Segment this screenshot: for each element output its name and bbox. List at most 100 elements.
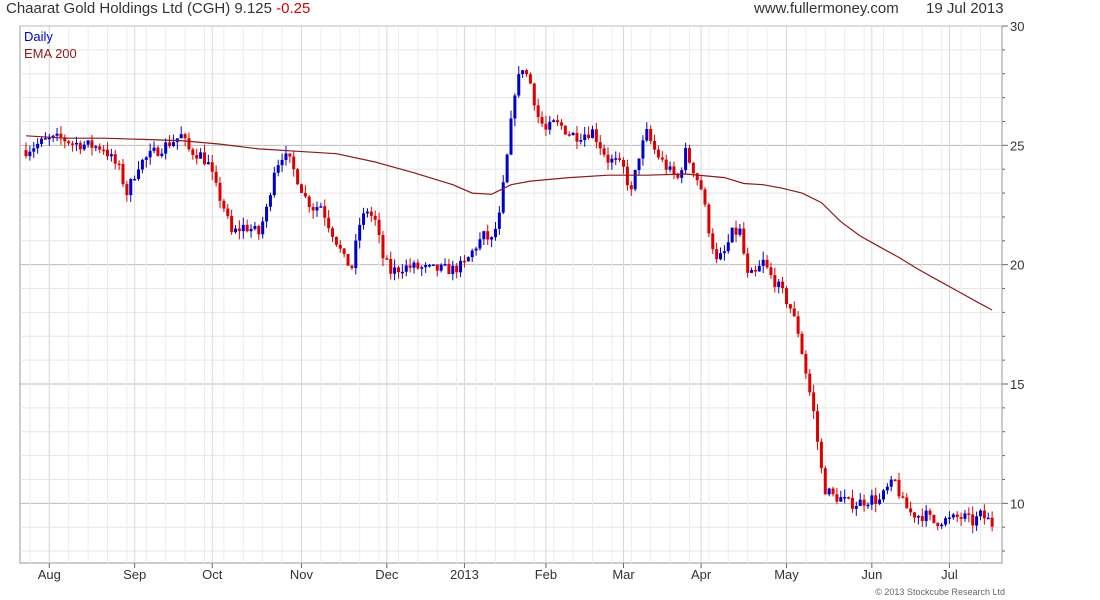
- price-bar: [393, 267, 397, 274]
- price-bar: [649, 129, 653, 142]
- price-bar: [443, 264, 447, 266]
- price-bar: [672, 166, 676, 174]
- price-bar: [645, 129, 649, 141]
- price-bar: [664, 159, 668, 170]
- price-bar: [641, 140, 645, 159]
- price-bar: [699, 180, 703, 190]
- price-bar: [726, 242, 730, 252]
- price-bar: [583, 134, 587, 141]
- x-tick-label: Mar: [612, 567, 635, 582]
- price-bar: [722, 251, 726, 254]
- price-bar: [109, 154, 113, 157]
- price-bar: [765, 259, 769, 268]
- price-bar: [808, 373, 812, 393]
- price-bar: [307, 196, 311, 207]
- price-bar: [536, 105, 540, 118]
- price-bar: [299, 184, 303, 193]
- price-bar: [261, 221, 265, 235]
- price-bar: [959, 517, 963, 519]
- price-bar: [556, 120, 560, 123]
- price-bar: [501, 182, 505, 213]
- price-bar: [362, 213, 366, 225]
- price-bar: [587, 134, 591, 139]
- price-bar: [858, 499, 862, 507]
- price-bar: [746, 253, 750, 273]
- price-bar: [230, 215, 234, 233]
- price-bar: [315, 207, 319, 211]
- price-bar: [474, 248, 478, 251]
- x-axis: Aug Sep Oct Nov Dec 2013 Feb Mar Apr May Jun Jul: [38, 563, 958, 582]
- price-bar: [82, 144, 86, 150]
- price-bar: [629, 185, 633, 190]
- price-bar: [412, 262, 416, 268]
- price-bar: [544, 123, 548, 130]
- price-bar: [102, 149, 106, 152]
- y-tick-label: 15: [1010, 377, 1024, 392]
- price-bar: [358, 224, 362, 241]
- price-bar: [944, 518, 948, 525]
- price-bar: [36, 143, 40, 149]
- price-bar: [187, 138, 191, 150]
- price-bar: [916, 516, 920, 518]
- price-bar: [982, 510, 986, 519]
- y-tick-label: 10: [1010, 496, 1024, 511]
- price-bar: [703, 189, 707, 205]
- price-bar: [319, 206, 323, 208]
- price-bar: [920, 516, 924, 521]
- price-bar: [625, 166, 629, 186]
- price-bar: [719, 253, 723, 260]
- x-tick-label: Aug: [38, 567, 61, 582]
- price-bar: [404, 265, 408, 272]
- y-axis: 10 15 20 25 30: [1002, 19, 1024, 552]
- price-bar: [265, 206, 269, 222]
- price-bar: [125, 184, 129, 196]
- price-bar: [416, 262, 420, 269]
- price-bar: [105, 149, 109, 157]
- price-bar: [947, 517, 951, 519]
- price-bar: [117, 163, 121, 166]
- price-bar: [885, 486, 889, 491]
- price-bar: [455, 265, 459, 273]
- price-bar: [835, 494, 839, 502]
- price-bar: [428, 264, 432, 267]
- price-bar: [563, 125, 567, 135]
- price-bar: [594, 129, 598, 143]
- price-bar: [327, 217, 331, 229]
- price-bar: [288, 153, 292, 157]
- price-bar: [827, 488, 831, 495]
- price-bar: [955, 514, 959, 518]
- price-bar: [152, 147, 156, 151]
- price-bar: [28, 151, 32, 157]
- price-bar: [171, 142, 175, 147]
- price-bar: [571, 132, 575, 136]
- price-bar: [684, 148, 688, 171]
- price-bar: [86, 140, 90, 145]
- price-bar: [878, 499, 882, 504]
- y-tick-label: 25: [1010, 138, 1024, 153]
- price-bar: [140, 159, 144, 170]
- price-bar: [439, 264, 443, 271]
- price-bar: [614, 158, 618, 160]
- price-bar: [148, 150, 152, 158]
- price-bar: [847, 497, 851, 499]
- x-tick-label: Feb: [535, 567, 557, 582]
- price-bar: [839, 497, 843, 502]
- price-bar: [354, 240, 358, 269]
- price-bar: [971, 514, 975, 526]
- price-bar: [784, 288, 788, 305]
- price-bar: [400, 271, 404, 274]
- price-bar: [913, 512, 917, 518]
- price-bar: [431, 264, 435, 266]
- price-bar: [43, 138, 47, 140]
- price-bar: [268, 195, 272, 207]
- price-bar: [656, 149, 660, 158]
- price-bar: [241, 224, 245, 232]
- price-bar: [257, 225, 261, 235]
- price-bar: [901, 496, 905, 498]
- price-bar: [897, 479, 901, 497]
- price-bar: [179, 134, 183, 139]
- price-bar: [202, 152, 206, 165]
- price-bar: [214, 171, 218, 183]
- price-bar: [637, 158, 641, 171]
- x-tick-label: 2013: [450, 567, 479, 582]
